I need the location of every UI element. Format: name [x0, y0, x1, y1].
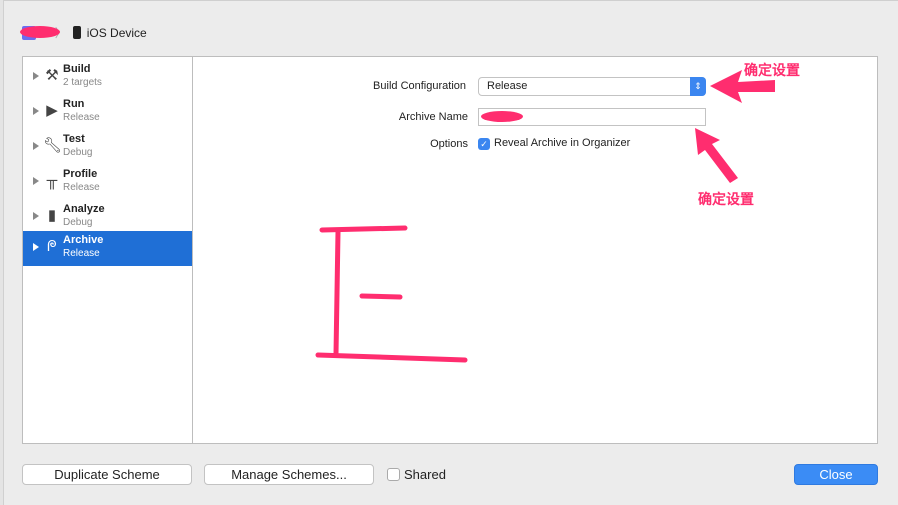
annotation-stroke: [319, 225, 408, 233]
annotation-stroke: [315, 352, 468, 363]
manage-schemes-button[interactable]: Manage Schemes...: [204, 464, 374, 485]
shared-checkbox[interactable]: [387, 468, 400, 481]
annotation-stroke: [359, 293, 403, 300]
close-button[interactable]: Close: [794, 464, 878, 485]
annotation-note-1: 确定设置: [744, 62, 800, 78]
duplicate-scheme-button[interactable]: Duplicate Scheme: [22, 464, 192, 485]
annotation-arrow-2: [695, 128, 738, 183]
annotation-note-2: 确定设置: [698, 191, 754, 207]
annotation-stroke: [333, 229, 341, 357]
shared-label[interactable]: Shared: [404, 467, 446, 482]
